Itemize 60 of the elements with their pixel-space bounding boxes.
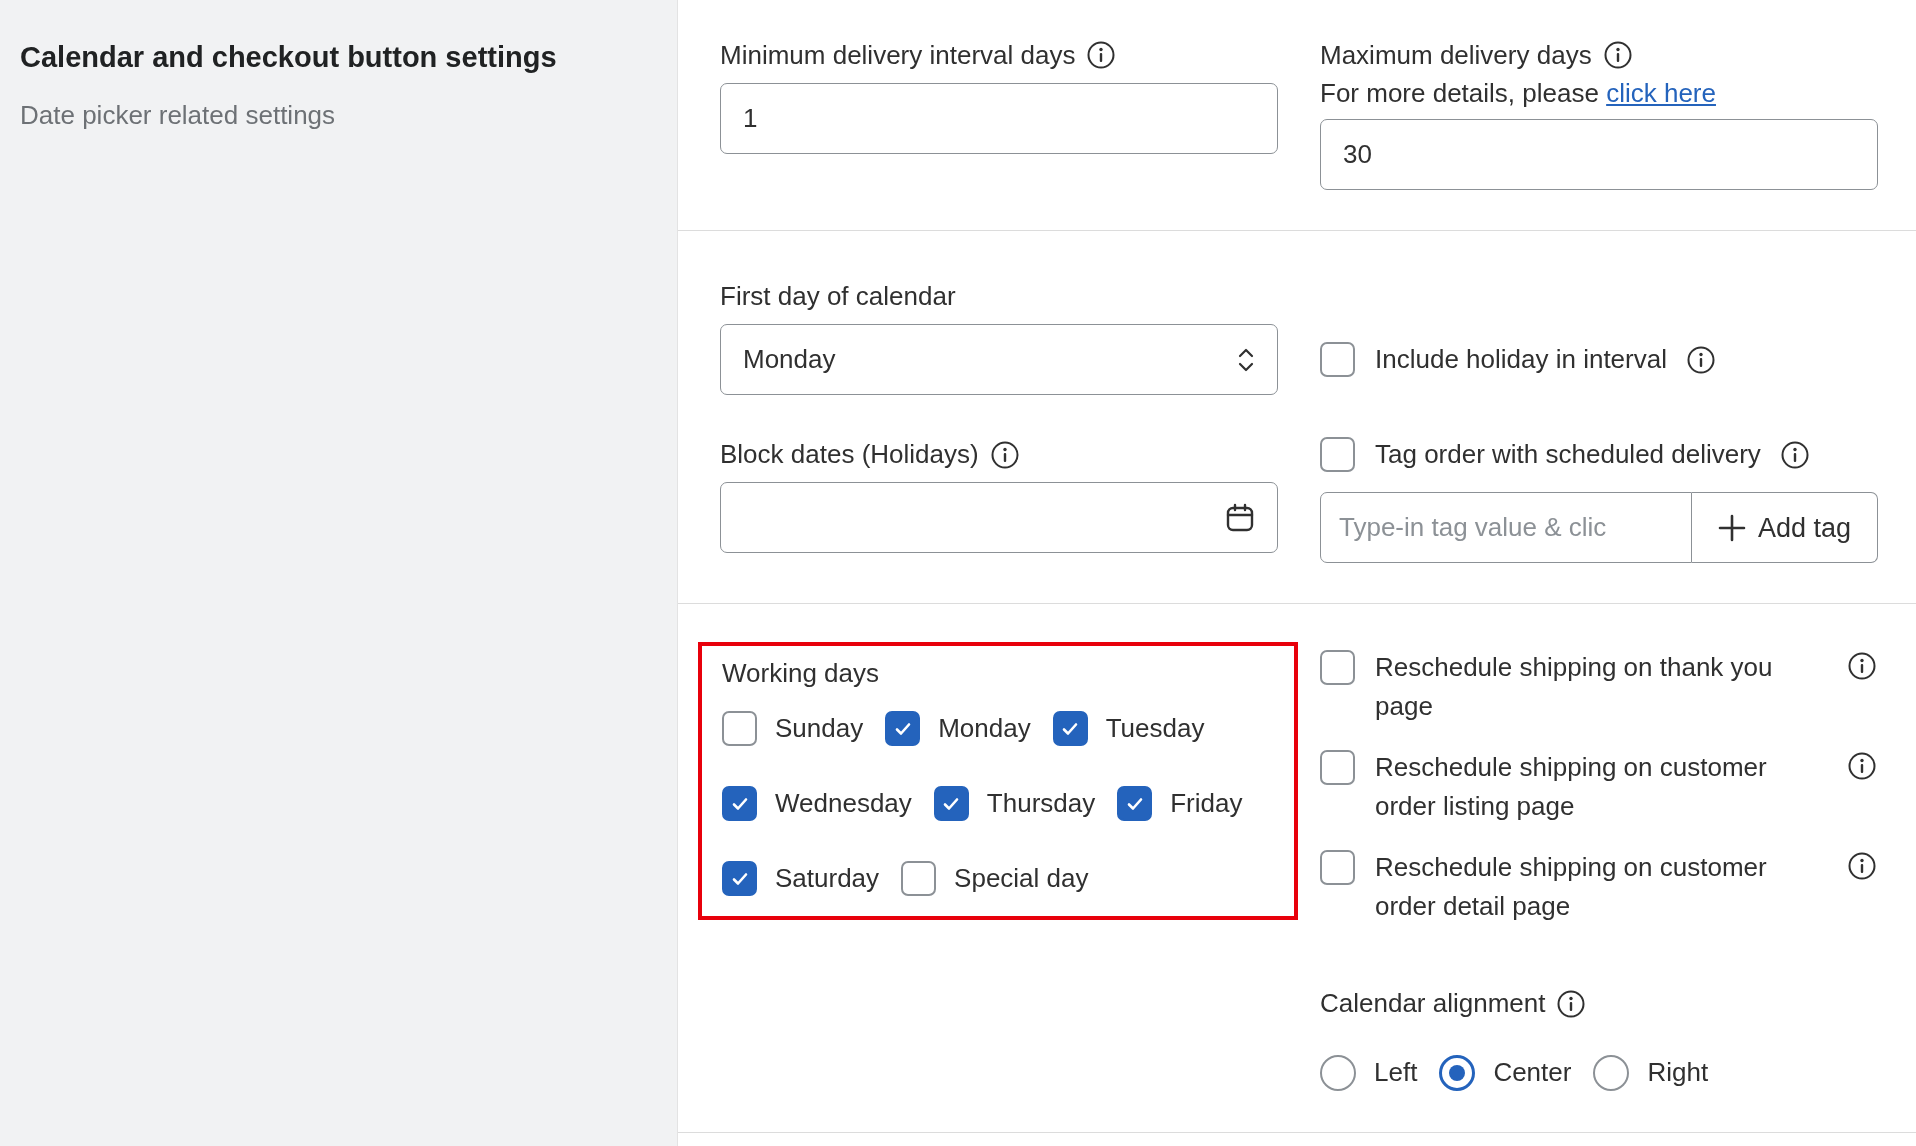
checkbox-label: Thursday	[986, 787, 1096, 821]
info-icon[interactable]	[1087, 41, 1116, 70]
field-label: Block dates (Holidays)	[720, 438, 979, 471]
radio-label: Left	[1374, 1056, 1418, 1090]
info-icon[interactable]	[1848, 752, 1876, 781]
text-field[interactable]: 30	[1320, 119, 1878, 191]
checkbox[interactable]	[1320, 342, 1355, 378]
field-label: Maximum delivery days	[1320, 39, 1592, 72]
radio-button[interactable]	[1439, 1054, 1476, 1091]
checkbox-label: Tuesday	[1105, 712, 1205, 746]
checkbox[interactable]	[722, 786, 757, 822]
checkbox-label: Friday	[1170, 787, 1243, 821]
checkbox-label: Reschedule shipping on thank you page	[1375, 651, 1774, 724]
info-icon[interactable]	[1603, 41, 1632, 70]
date-field[interactable]	[720, 482, 1278, 554]
checkbox[interactable]	[1320, 850, 1355, 886]
info-icon[interactable]	[990, 440, 1019, 469]
add-tag-button[interactable]: Add tag	[1691, 492, 1878, 564]
chevron-updown-icon	[1237, 346, 1255, 373]
radio-label: Center	[1493, 1056, 1572, 1090]
section-title: Calendar and checkout button settings	[20, 40, 558, 75]
tag-input-field[interactable]: Type-in tag value & clic	[1320, 492, 1692, 564]
checkbox[interactable]	[722, 861, 757, 897]
checkbox-label: Reschedule shipping on customer order listing page	[1375, 751, 1768, 824]
field-label: First day of calendar	[720, 280, 956, 313]
info-icon[interactable]	[1848, 652, 1876, 681]
info-icon[interactable]	[1780, 440, 1809, 469]
checkbox[interactable]	[885, 711, 921, 747]
calendar-icon	[1225, 502, 1255, 533]
checkbox[interactable]	[901, 861, 937, 897]
info-icon[interactable]	[1557, 989, 1586, 1018]
checkbox[interactable]	[722, 711, 757, 747]
radio-button[interactable]	[1593, 1054, 1630, 1091]
checkbox-label: Sunday	[775, 712, 864, 746]
help-link[interactable]: click here	[1606, 78, 1716, 108]
text-field[interactable]: 1	[720, 83, 1278, 154]
field-label: Minimum delivery interval days	[720, 39, 1076, 72]
checkbox-label: Tag order with scheduled delivery	[1375, 438, 1761, 472]
checkbox-label: Monday	[938, 712, 1031, 746]
radio-label: Right	[1647, 1056, 1709, 1090]
field-label: Calendar alignment	[1320, 987, 1546, 1020]
checkbox[interactable]	[933, 786, 969, 822]
select-field[interactable]: Monday	[720, 324, 1278, 396]
radio-button[interactable]	[1320, 1054, 1356, 1091]
checkbox[interactable]	[1320, 437, 1355, 473]
checkbox-label: Reschedule shipping on customer order detail page	[1375, 851, 1768, 924]
checkbox[interactable]	[1320, 750, 1355, 786]
info-icon[interactable]	[1848, 852, 1876, 881]
checkbox[interactable]	[1117, 786, 1153, 822]
checkbox-label: Include holiday in interval	[1375, 343, 1667, 377]
checkbox[interactable]	[1320, 650, 1355, 686]
checkbox-label: Wednesday	[775, 787, 912, 821]
info-icon[interactable]	[1686, 345, 1715, 374]
section-subtitle: Date picker related settings	[20, 98, 337, 132]
checkbox-label: Saturday	[775, 862, 880, 896]
checkbox[interactable]	[1052, 711, 1088, 747]
help-text: For more details, please click here	[1320, 77, 1717, 110]
checkbox-label: Special day	[954, 862, 1089, 896]
plus-icon	[1717, 513, 1746, 542]
field-label: Working days	[722, 657, 881, 691]
